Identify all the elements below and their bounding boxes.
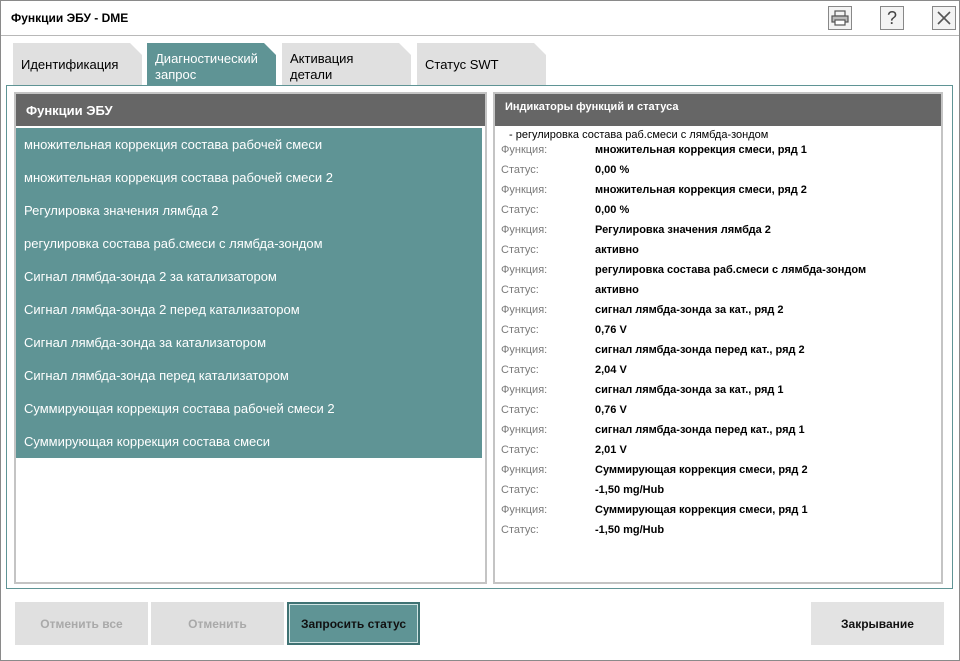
- indicator-value: множительная коррекция смеси, ряд 2: [595, 184, 807, 196]
- tab-label-line2: детали: [290, 67, 333, 82]
- indicator-label: Статус:: [501, 164, 539, 176]
- button-label: Закрывание: [841, 616, 914, 631]
- close-window-button[interactable]: [932, 6, 956, 30]
- indicator-value: сигнал лямбда-зонда перед кат., ряд 1: [595, 424, 805, 436]
- function-item-label: Регулировка значения лямбда 2: [24, 203, 219, 218]
- tab-component-activation[interactable]: Активация детали: [282, 43, 411, 85]
- indicator-label: Функция:: [501, 184, 548, 196]
- function-item-label: Суммирующая коррекция состава смеси: [24, 434, 271, 449]
- function-item[interactable]: регулировка состава раб.смеси с лямбда-з…: [16, 227, 482, 260]
- indicator-label: Статус:: [501, 484, 539, 496]
- indicator-value: 0,00 %: [595, 204, 630, 216]
- cancel-button[interactable]: Отменить: [151, 602, 284, 645]
- function-item[interactable]: Регулировка значения лямбда 2: [16, 194, 482, 227]
- function-item-label: Сигнал лямбда-зонда 2 за катализатором: [24, 269, 277, 284]
- indicator-label: Функция:: [501, 384, 548, 396]
- indicator-value: активно: [595, 284, 639, 296]
- status-indicators-panel: Индикаторы функций и статуса - регулиров…: [493, 92, 943, 584]
- panel-title: Функции ЭБУ: [26, 103, 113, 118]
- indicator-label: Статус:: [501, 404, 539, 416]
- button-label: Отменить все: [40, 616, 123, 631]
- indicator-label: Статус:: [501, 364, 539, 376]
- ecu-functions-window: Функции ЭБУ - DME ? Идентификация Диагно…: [0, 0, 960, 661]
- help-button[interactable]: ?: [880, 6, 904, 30]
- tab-diagnostic-request[interactable]: Диагностический запрос: [147, 43, 276, 85]
- function-item[interactable]: множительная коррекция состава рабочей с…: [16, 128, 482, 161]
- indicator-value: сигнал лямбда-зонда за кат., ряд 1: [595, 384, 784, 396]
- indicator-label: Функция:: [501, 264, 548, 276]
- tab-label: Статус SWT: [425, 57, 499, 72]
- indicator-value: Регулировка значения лямбда 2: [595, 224, 771, 236]
- function-item-label: регулировка состава раб.смеси с лямбда-з…: [24, 236, 323, 251]
- indicator-label: Функция:: [501, 504, 548, 516]
- function-item[interactable]: Сигнал лямбда-зонда 2 за катализатором: [16, 260, 482, 293]
- indicator-label: Статус:: [501, 284, 539, 296]
- printer-icon: [831, 10, 849, 26]
- indicator-value: 0,00 %: [595, 164, 630, 176]
- button-label: Запросить статус: [300, 616, 407, 631]
- close-button[interactable]: Закрывание: [811, 602, 944, 645]
- indicator-value: 0,76 V: [595, 324, 627, 336]
- function-item[interactable]: Суммирующая коррекция состава рабочей см…: [16, 392, 482, 425]
- indicator-value: сигнал лямбда-зонда за кат., ряд 2: [595, 304, 784, 316]
- indicator-label: Функция:: [501, 224, 548, 236]
- tab-swt-status[interactable]: Статус SWT: [417, 43, 546, 85]
- indicator-value: -1,50 mg/Hub: [595, 524, 665, 536]
- request-status-button[interactable]: Запросить статус: [287, 602, 420, 645]
- tab-label-line2: запрос: [155, 67, 197, 82]
- indicator-value: сигнал лямбда-зонда перед кат., ряд 2: [595, 344, 805, 356]
- indicator-label: Функция:: [501, 304, 548, 316]
- close-icon: [937, 11, 951, 25]
- tab-label: Идентификация: [21, 57, 119, 72]
- button-label: Отменить: [188, 616, 247, 631]
- ecu-functions-panel: Функции ЭБУ множительная коррекция соста…: [14, 92, 487, 584]
- ecu-functions-header: Функции ЭБУ: [16, 94, 485, 126]
- function-item[interactable]: множительная коррекция состава рабочей с…: [16, 161, 482, 194]
- function-item[interactable]: Сигнал лямбда-зонда 2 перед катализаторо…: [16, 293, 482, 326]
- indicator-value: активно: [595, 244, 639, 256]
- print-button[interactable]: [828, 6, 852, 30]
- function-item-label: множительная коррекция состава рабочей с…: [24, 170, 333, 185]
- indicator-label: Статус:: [501, 204, 539, 216]
- indicator-label: Функция:: [501, 464, 548, 476]
- function-item[interactable]: Сигнал лямбда-зонда перед катализатором: [16, 359, 482, 392]
- indicator-label: Функция:: [501, 144, 548, 156]
- indicator-label: Статус:: [501, 324, 539, 336]
- title-bar: Функции ЭБУ - DME ?: [1, 1, 959, 36]
- indicator-label: Статус:: [501, 524, 539, 536]
- indicator-label: Функция:: [501, 424, 548, 436]
- indicator-value: Суммирующая коррекция смеси, ряд 2: [595, 464, 808, 476]
- indicator-value: Суммирующая коррекция смеси, ряд 1: [595, 504, 808, 516]
- tab-identification[interactable]: Идентификация: [13, 43, 142, 85]
- indicator-value: 2,01 V: [595, 444, 627, 456]
- help-icon: ?: [886, 7, 897, 28]
- selected-function-subtitle: - регулировка состава раб.смеси с лямбда…: [509, 129, 769, 141]
- indicator-label: Функция:: [501, 344, 548, 356]
- indicator-value: множительная коррекция смеси, ряд 1: [595, 144, 807, 156]
- indicator-value: регулировка состава раб.смеси с лямбда-з…: [595, 264, 867, 276]
- indicator-label: Статус:: [501, 444, 539, 456]
- function-item-label: Сигнал лямбда-зонда за катализатором: [24, 335, 267, 350]
- function-item-label: Суммирующая коррекция состава рабочей см…: [24, 401, 335, 416]
- status-indicators-header: Индикаторы функций и статуса: [495, 94, 941, 126]
- indicator-label: Статус:: [501, 244, 539, 256]
- indicator-value: 0,76 V: [595, 404, 627, 416]
- function-item-label: множительная коррекция состава рабочей с…: [24, 137, 323, 152]
- function-item[interactable]: Сигнал лямбда-зонда за катализатором: [16, 326, 482, 359]
- function-item-label: Сигнал лямбда-зонда перед катализатором: [24, 368, 289, 383]
- window-title: Функции ЭБУ - DME: [11, 11, 129, 25]
- tab-label-line1: Активация: [290, 51, 354, 66]
- panel-title: Индикаторы функций и статуса: [505, 101, 679, 113]
- indicator-value: -1,50 mg/Hub: [595, 484, 665, 496]
- indicator-value: 2,04 V: [595, 364, 627, 376]
- function-item[interactable]: Суммирующая коррекция состава смеси: [16, 425, 482, 458]
- cancel-all-button[interactable]: Отменить все: [15, 602, 148, 645]
- function-item-label: Сигнал лямбда-зонда 2 перед катализаторо…: [24, 302, 300, 317]
- tab-label-line1: Диагностический: [155, 51, 258, 66]
